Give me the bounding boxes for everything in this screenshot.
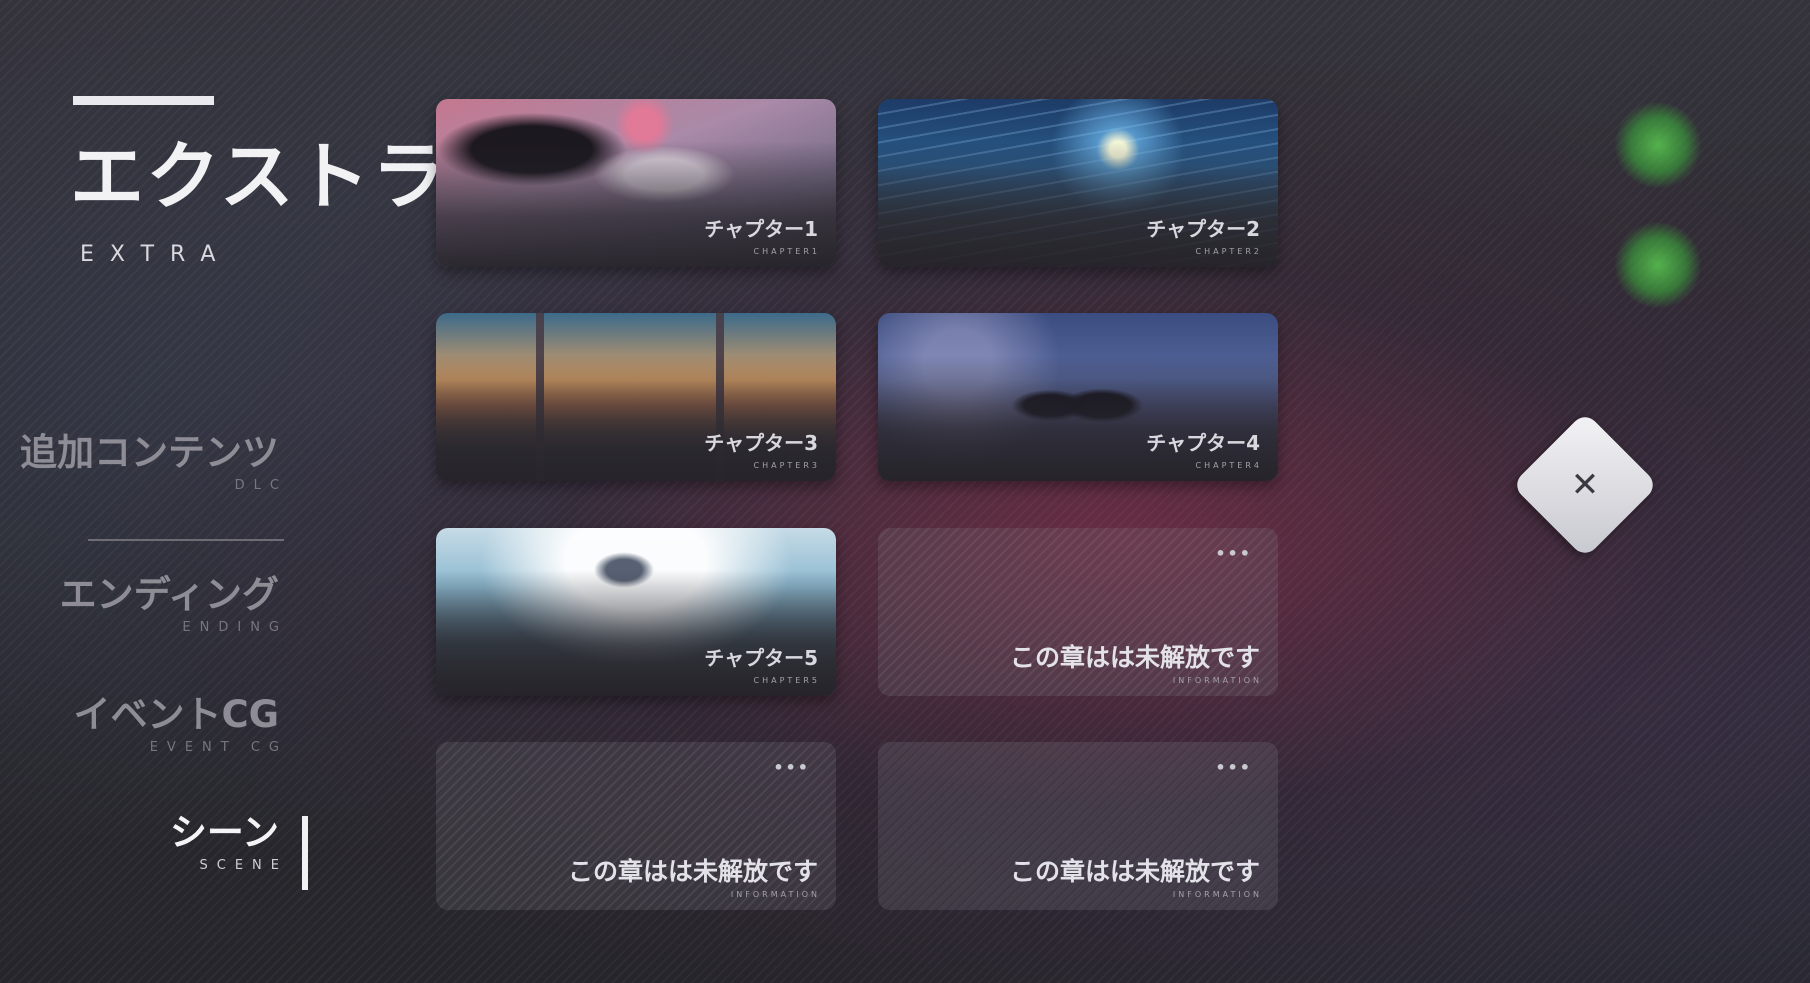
card-subtitle: INFORMATION [1172, 890, 1262, 899]
menu-item-sublabel: DLC [234, 477, 288, 493]
menu-item-label: シーン [169, 811, 279, 854]
card-title: チャプター1 [704, 217, 818, 241]
menu-item-scene[interactable]: シーン SCENE [169, 811, 279, 872]
card-subtitle: CHAPTER1 [753, 247, 820, 256]
close-icon[interactable]: ✕ [1555, 455, 1615, 515]
card-subtitle: INFORMATION [730, 890, 820, 899]
card-subtitle: CHAPTER2 [1195, 247, 1262, 256]
card-title: この章はは未解放です [1009, 857, 1260, 886]
menu-item-label: エンディング [59, 573, 279, 616]
menu-item-sublabel: EVENT CG [149, 739, 288, 755]
card-subtitle: CHAPTER3 [753, 461, 820, 470]
chapter-card-3[interactable]: チャプター3 CHAPTER3 [436, 313, 836, 481]
card-title: チャプター3 [704, 431, 818, 455]
menu-item-dlc[interactable]: 追加コンテンツ DLC [20, 431, 279, 492]
card-title: チャプター2 [1146, 217, 1260, 241]
locked-chapter-card[interactable]: ••• この章はは未解放です INFORMATION [436, 742, 836, 910]
green-indicator [1615, 222, 1701, 308]
locked-chapter-card[interactable]: ••• この章はは未解放です INFORMATION [878, 528, 1278, 696]
more-dots-icon: ••• [773, 758, 810, 777]
menu-item-label: イベントCG [73, 693, 279, 736]
chapter-card-1[interactable]: チャプター1 CHAPTER1 [436, 99, 836, 267]
locked-chapter-card[interactable]: ••• この章はは未解放です INFORMATION [878, 742, 1278, 910]
menu-divider [88, 539, 284, 541]
card-subtitle: INFORMATION [1172, 676, 1262, 685]
chapter-card-4[interactable]: チャプター4 CHAPTER4 [878, 313, 1278, 481]
card-subtitle: CHAPTER4 [1195, 461, 1262, 470]
card-title: チャプター5 [704, 646, 818, 670]
card-title: チャプター4 [1146, 431, 1260, 455]
chapter-card-5[interactable]: チャプター5 CHAPTER5 [436, 528, 836, 696]
green-indicator [1615, 102, 1701, 188]
card-subtitle: CHAPTER5 [753, 676, 820, 685]
title-accent-bar [73, 96, 214, 105]
card-title: この章はは未解放です [567, 857, 818, 886]
card-title: この章はは未解放です [1009, 643, 1260, 672]
chapter-card-2[interactable]: チャプター2 CHAPTER2 [878, 99, 1278, 267]
active-indicator [302, 816, 308, 890]
more-dots-icon: ••• [1215, 544, 1252, 563]
page-subtitle: EXTRA [80, 242, 232, 267]
menu-item-sublabel: SCENE [199, 857, 288, 873]
menu-item-event-cg[interactable]: イベントCG EVENT CG [73, 693, 279, 754]
page-title: エクストラ [70, 134, 448, 220]
more-dots-icon: ••• [1215, 758, 1252, 777]
menu-item-ending[interactable]: エンディング ENDING [59, 573, 279, 634]
menu-item-label: 追加コンテンツ [20, 431, 279, 474]
menu-item-sublabel: ENDING [182, 619, 288, 635]
